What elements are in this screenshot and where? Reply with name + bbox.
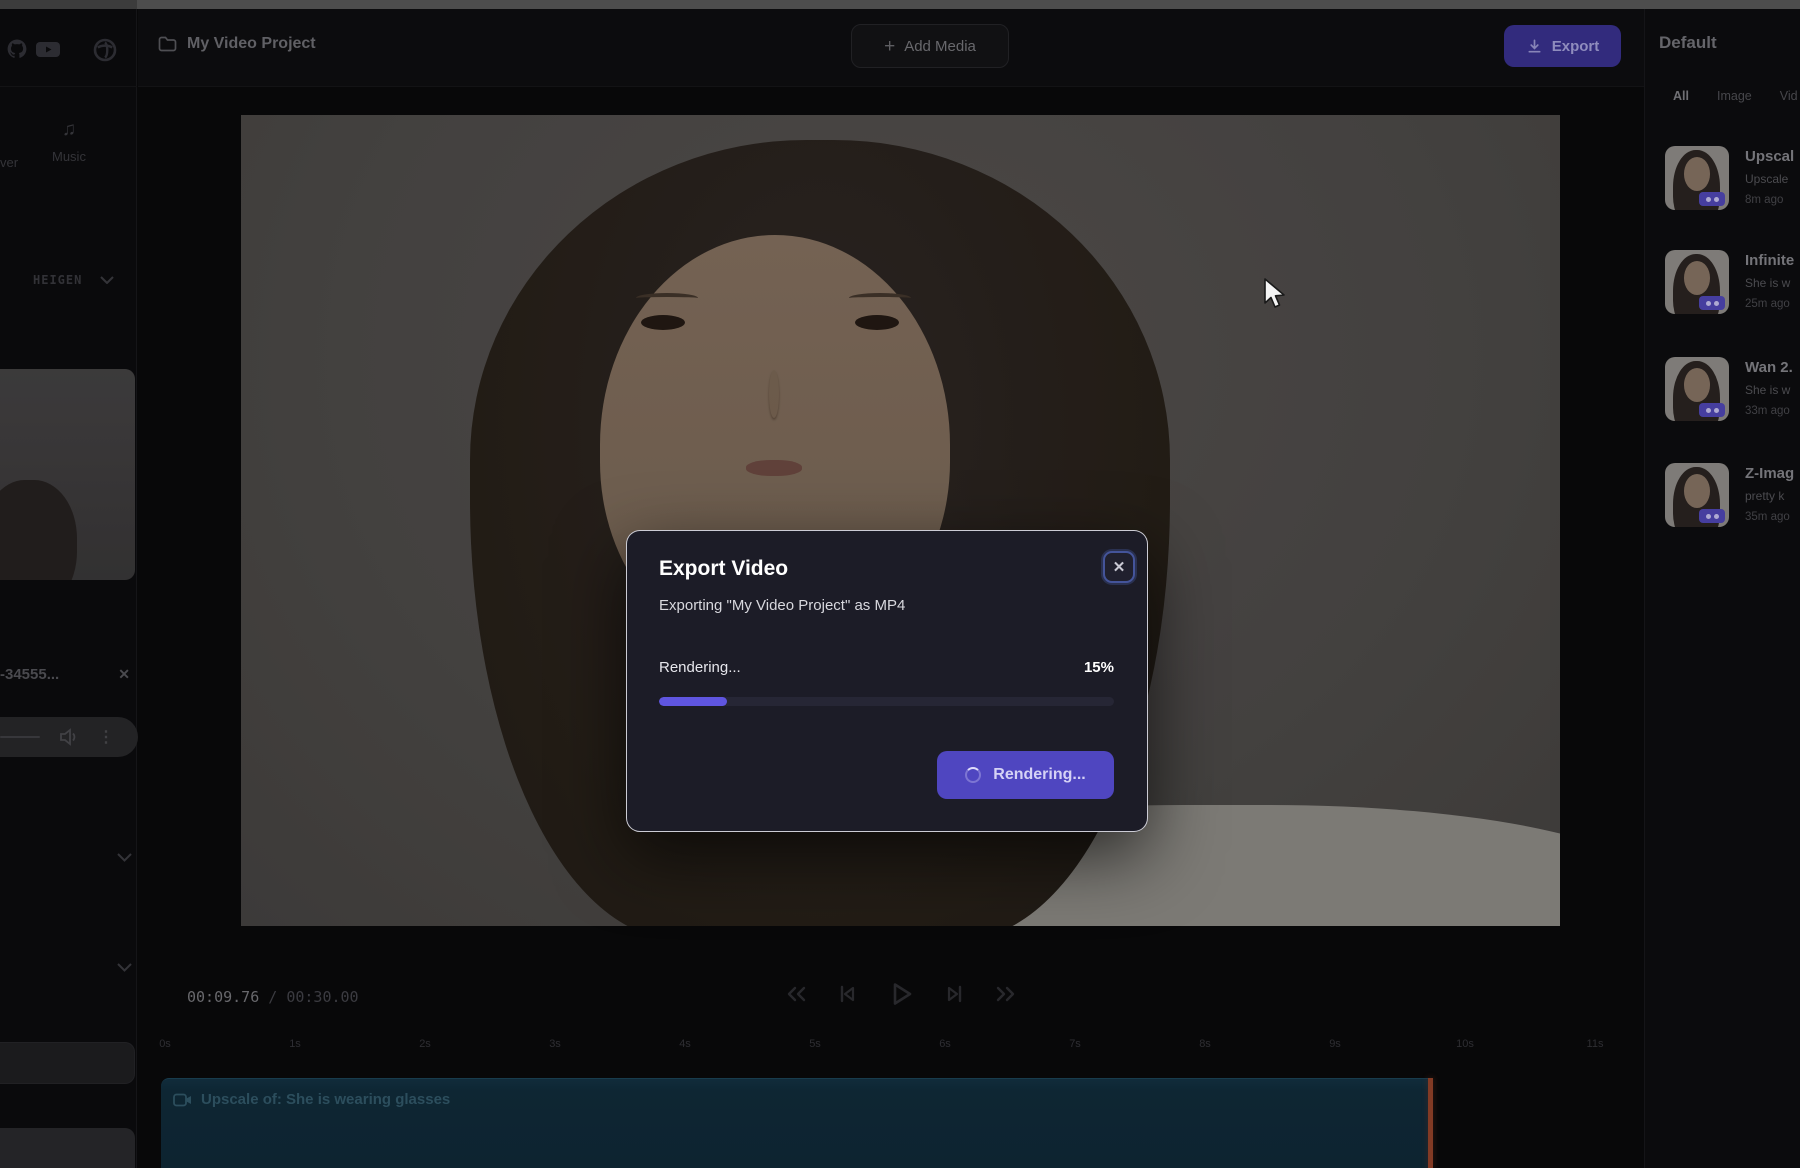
dialog-subtitle: Exporting "My Video Project" as MP4 (659, 597, 905, 614)
dialog-title: Export Video (659, 557, 788, 581)
rendering-button-label: Rendering... (993, 766, 1085, 784)
dialog-close-button[interactable]: ✕ (1103, 551, 1135, 583)
render-progress-bar (659, 697, 1114, 706)
mouse-cursor (1263, 278, 1287, 315)
rendering-button[interactable]: Rendering... (937, 751, 1114, 799)
render-progress-fill (659, 697, 727, 706)
render-status-row: Rendering... 15% (659, 659, 1114, 676)
spinner-icon (965, 767, 981, 783)
render-progress-percent: 15% (1084, 659, 1114, 676)
close-icon: ✕ (1113, 558, 1126, 576)
app-window: ver ♫ Music HEIGEN -34555... ✕ ⋮ (0, 0, 1800, 1168)
export-video-dialog: Export Video Exporting "My Video Project… (626, 530, 1148, 832)
render-status-label: Rendering... (659, 659, 741, 676)
